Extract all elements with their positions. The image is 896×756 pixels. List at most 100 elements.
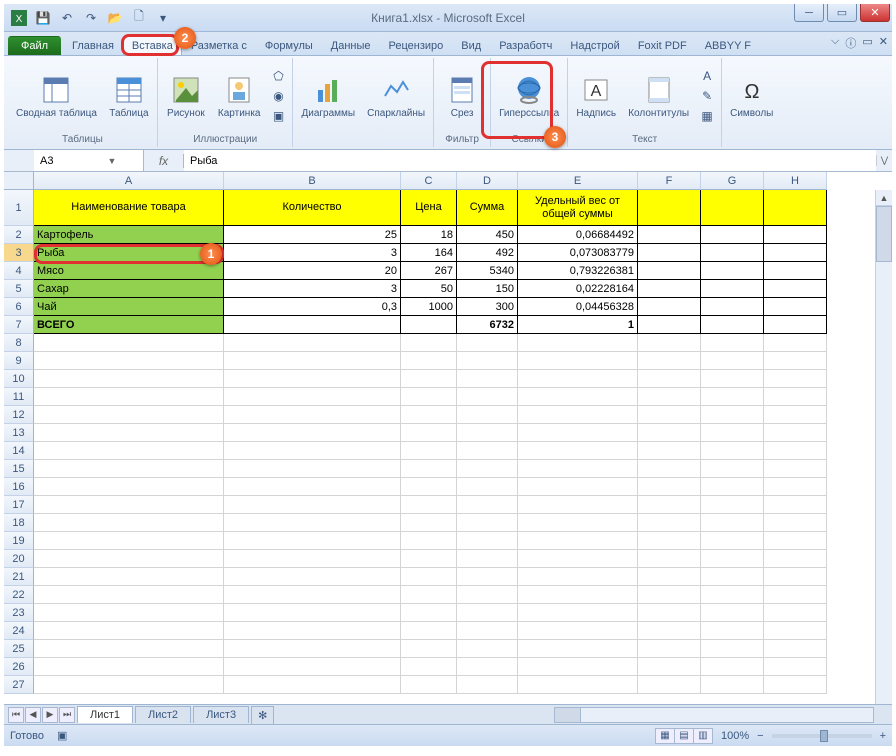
cell[interactable]: 20 <box>224 262 401 280</box>
slicer-button[interactable]: Срез <box>438 72 486 121</box>
cell[interactable] <box>638 262 701 280</box>
cell[interactable] <box>701 442 764 460</box>
cell[interactable] <box>401 424 457 442</box>
scroll-up-icon[interactable]: ▲ <box>876 190 892 206</box>
object-icon[interactable]: ▦ <box>697 107 717 125</box>
cell[interactable] <box>701 424 764 442</box>
close-doc-icon[interactable]: ✕ <box>879 35 888 51</box>
cell[interactable] <box>701 622 764 640</box>
col-header[interactable]: D <box>457 172 518 190</box>
cell[interactable] <box>457 370 518 388</box>
cell[interactable]: ВСЕГО <box>34 316 224 334</box>
sheet-first-icon[interactable]: ⏮ <box>8 707 24 723</box>
cell[interactable] <box>518 388 638 406</box>
cell[interactable] <box>518 622 638 640</box>
cell[interactable] <box>638 406 701 424</box>
cell[interactable]: 0,04456328 <box>518 298 638 316</box>
cell[interactable] <box>457 514 518 532</box>
row-header[interactable]: 16 <box>4 478 34 496</box>
cell[interactable]: Количество <box>224 190 401 226</box>
cell[interactable] <box>638 316 701 334</box>
cell[interactable] <box>638 478 701 496</box>
row-header[interactable]: 26 <box>4 658 34 676</box>
view-break-icon[interactable]: ▥ <box>693 728 713 744</box>
sheet-prev-icon[interactable]: ◀ <box>25 707 41 723</box>
cell[interactable] <box>764 478 827 496</box>
cell[interactable] <box>764 316 827 334</box>
name-box[interactable]: ▼ <box>34 150 144 171</box>
cell[interactable] <box>34 532 224 550</box>
cell[interactable] <box>638 334 701 352</box>
worksheet-grid[interactable]: A B C D E F G H 1Наименование товараКоли… <box>4 172 892 704</box>
cell[interactable] <box>638 568 701 586</box>
row-header[interactable]: 5 <box>4 280 34 298</box>
cell[interactable] <box>764 460 827 478</box>
cell[interactable] <box>764 676 827 694</box>
cell[interactable] <box>34 388 224 406</box>
cell[interactable] <box>224 532 401 550</box>
cell[interactable] <box>701 568 764 586</box>
cell[interactable] <box>701 406 764 424</box>
headerfooter-button[interactable]: Колонтитулы <box>624 72 693 121</box>
hyperlink-button[interactable]: Гиперссылка <box>495 72 563 121</box>
cell[interactable]: Мясо <box>34 262 224 280</box>
cell[interactable]: Чай <box>34 298 224 316</box>
cell[interactable] <box>224 568 401 586</box>
cell[interactable] <box>764 658 827 676</box>
cell[interactable] <box>518 478 638 496</box>
horizontal-scrollbar[interactable] <box>554 707 874 723</box>
zoom-slider[interactable] <box>772 734 872 738</box>
tab-foxit[interactable]: Foxit PDF <box>629 36 696 55</box>
cell[interactable] <box>457 640 518 658</box>
charts-button[interactable]: Диаграммы <box>297 72 359 121</box>
row-header[interactable]: 7 <box>4 316 34 334</box>
cell[interactable] <box>518 442 638 460</box>
cell[interactable] <box>764 550 827 568</box>
cell[interactable]: 450 <box>457 226 518 244</box>
maximize-button[interactable]: ▭ <box>827 4 857 22</box>
cell[interactable] <box>401 622 457 640</box>
cell[interactable] <box>638 514 701 532</box>
screenshot-icon[interactable]: ▣ <box>268 107 288 125</box>
cell[interactable] <box>518 550 638 568</box>
cell[interactable] <box>764 496 827 514</box>
cell[interactable] <box>34 424 224 442</box>
cell[interactable] <box>764 262 827 280</box>
cell[interactable] <box>638 460 701 478</box>
cell[interactable] <box>34 478 224 496</box>
cell[interactable]: 6732 <box>457 316 518 334</box>
cell[interactable] <box>638 370 701 388</box>
cell[interactable] <box>518 424 638 442</box>
formula-input[interactable] <box>184 150 876 171</box>
cell[interactable] <box>224 514 401 532</box>
cell[interactable] <box>401 568 457 586</box>
cell[interactable] <box>457 568 518 586</box>
cell[interactable] <box>518 568 638 586</box>
cell[interactable] <box>224 442 401 460</box>
cell[interactable] <box>764 190 827 226</box>
textbox-button[interactable]: AНадпись <box>572 72 620 121</box>
cell[interactable]: 267 <box>401 262 457 280</box>
tab-developer[interactable]: Разработч <box>490 36 561 55</box>
sparklines-button[interactable]: Спарклайны <box>363 72 429 121</box>
scroll-thumb[interactable] <box>876 206 892 262</box>
cell[interactable] <box>457 550 518 568</box>
cell[interactable] <box>224 352 401 370</box>
cell[interactable] <box>224 460 401 478</box>
macro-record-icon[interactable]: ▣ <box>57 730 67 742</box>
row-header[interactable]: 22 <box>4 586 34 604</box>
cell[interactable]: 0,3 <box>224 298 401 316</box>
cell[interactable] <box>518 514 638 532</box>
cell[interactable] <box>224 586 401 604</box>
sheet-tab-2[interactable]: Лист2 <box>135 706 191 723</box>
cell[interactable] <box>638 352 701 370</box>
cell[interactable] <box>457 460 518 478</box>
cell[interactable] <box>518 676 638 694</box>
cell[interactable] <box>401 586 457 604</box>
cell[interactable] <box>457 442 518 460</box>
tab-data[interactable]: Данные <box>322 36 380 55</box>
tab-review[interactable]: Рецензиро <box>380 36 453 55</box>
cell[interactable] <box>224 388 401 406</box>
row-header[interactable]: 27 <box>4 676 34 694</box>
cell[interactable]: 0,06684492 <box>518 226 638 244</box>
